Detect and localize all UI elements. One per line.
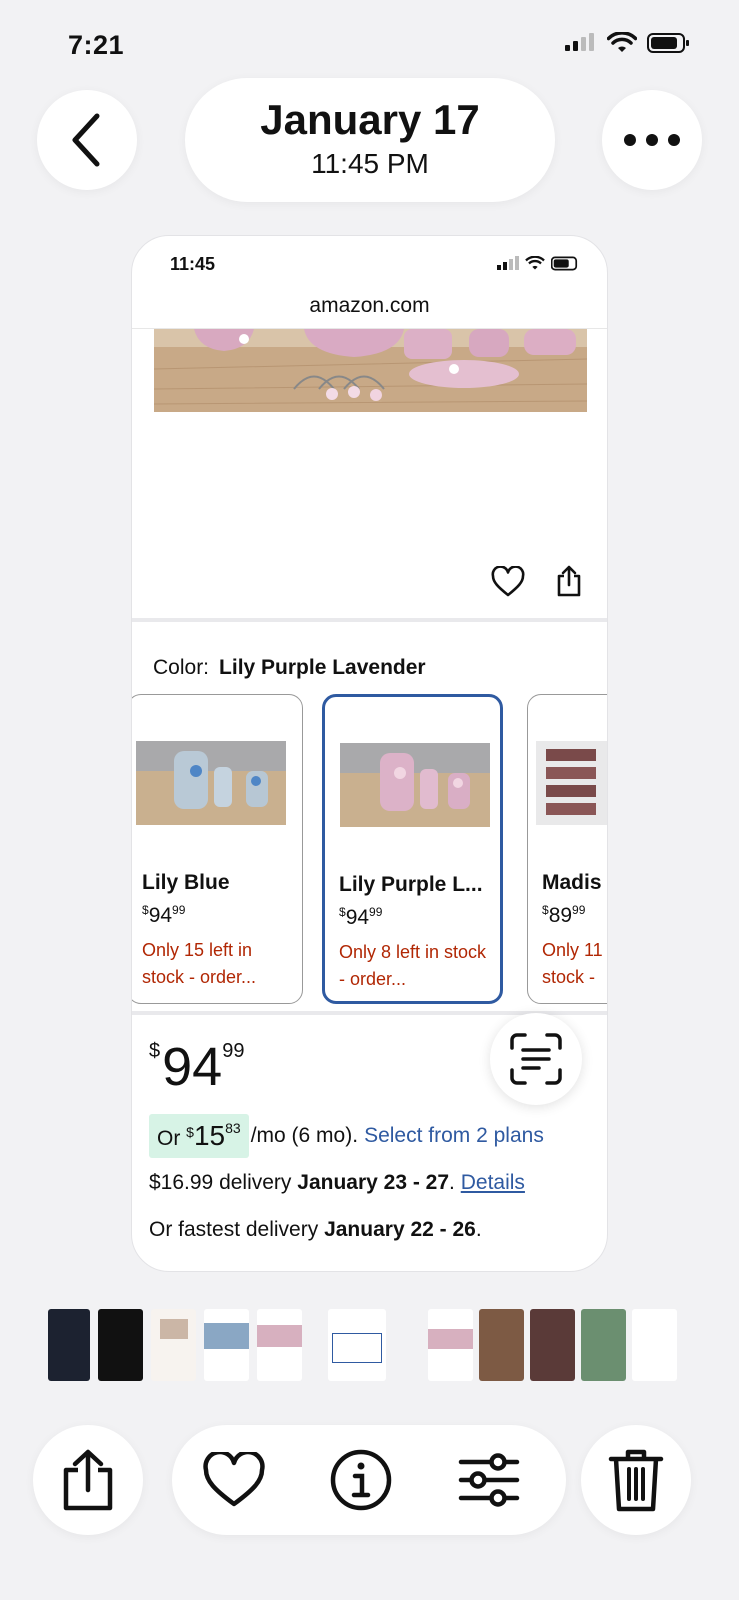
monthly-badge: Or $1583 [149,1114,249,1158]
color-value: Lily Purple Lavender [219,656,426,679]
variant-thumbnail [136,741,286,825]
action-toolbar [172,1425,566,1535]
variant-thumbnail [536,741,607,825]
more-button[interactable] [602,90,702,190]
back-button[interactable] [37,90,137,190]
variant-price: $9499 [339,905,383,929]
filmstrip-thumbnail[interactable] [479,1309,524,1381]
variant-price: $8999 [542,903,586,927]
battery-icon [647,33,689,53]
photo-date: January 17 [260,96,480,143]
variant-card-selected[interactable]: Lily Purple L... $9499 Only 8 left in st… [322,694,503,1004]
heart-icon [203,1452,265,1507]
filmstrip-thumbnail[interactable] [257,1309,302,1381]
filmstrip-thumbnail[interactable] [48,1309,90,1381]
delete-button[interactable] [581,1425,691,1535]
filmstrip-thumbnail[interactable] [204,1309,249,1381]
wifi-icon [607,32,637,52]
details-link[interactable]: Details [461,1171,525,1194]
color-selector-label: Color: Lily Purple Lavender [153,656,426,680]
variant-stock: Only 8 left in stock - order... [339,942,487,989]
filmstrip-thumbnail[interactable] [428,1309,473,1381]
adjust-button[interactable] [457,1448,521,1512]
fastest-delivery: Or fastest delivery January 22 - 26. [149,1218,482,1241]
info-icon [330,1449,392,1511]
variant-name: Lily Blue [142,871,230,894]
select-plans-link[interactable]: Select from 2 plans [364,1124,544,1148]
variant-price: $9499 [142,903,186,927]
filmstrip-thumbnail-current[interactable] [328,1309,386,1381]
trash-icon [608,1449,664,1512]
photo-time: 11:45 PM [311,148,429,179]
variant-carousel[interactable]: Lily Blue $9499 Only 15 left in stock - … [132,694,607,1010]
share-icon[interactable] [555,564,583,598]
monthly-payment: Or $1583 /mo (6 mo). Select from 2 plans [149,1114,544,1158]
variant-stock: Only 11 stock - [542,940,603,987]
share-icon [63,1449,113,1511]
photo-filmstrip[interactable] [48,1309,688,1381]
product-hero-image [154,329,587,412]
filmstrip-thumbnail[interactable] [581,1309,626,1381]
chevron-left-icon [72,113,100,167]
color-label: Color: [153,656,210,679]
date-header: January 17 11:45 PM [185,78,555,202]
cellular-signal-icon [497,256,519,270]
ellipsis-icon [624,134,680,146]
variant-stock: Only 15 left in stock - order... [142,940,257,987]
variant-card[interactable]: Lily Blue $9499 Only 15 left in stock - … [132,694,303,1004]
variant-name: Lily Purple L... [339,873,483,896]
screenshot-status-icons [497,256,581,271]
variant-name: Madis [542,871,602,894]
status-icons [565,32,691,54]
delivery-info: $16.99 delivery January 23 - 27. Details [149,1171,525,1194]
cellular-signal-icon [565,33,594,51]
favorite-button[interactable] [202,1448,266,1512]
info-button[interactable] [329,1448,393,1512]
live-text-icon [510,1033,562,1085]
url-bar[interactable]: amazon.com [132,294,607,318]
heart-icon[interactable] [491,566,525,598]
battery-icon [551,256,578,271]
status-time: 7:21 [68,30,125,60]
filmstrip-thumbnail[interactable] [98,1309,143,1381]
screenshot-image[interactable]: 11:45 amazon.com Color: Lily Purple Lave… [131,235,608,1272]
sliders-icon [458,1453,520,1507]
filmstrip-thumbnail[interactable] [530,1309,575,1381]
wifi-icon [525,256,545,270]
screenshot-status-time: 11:45 [170,254,216,274]
section-divider [132,618,607,622]
share-button[interactable] [33,1425,143,1535]
product-price: $9499 [149,1037,245,1097]
variant-card[interactable]: Madis $8999 Only 11 stock - [527,694,607,1004]
scan-text-button[interactable] [490,1013,582,1105]
variant-thumbnail [340,743,490,827]
filmstrip-thumbnail[interactable] [151,1309,196,1381]
filmstrip-thumbnail[interactable] [632,1309,677,1381]
